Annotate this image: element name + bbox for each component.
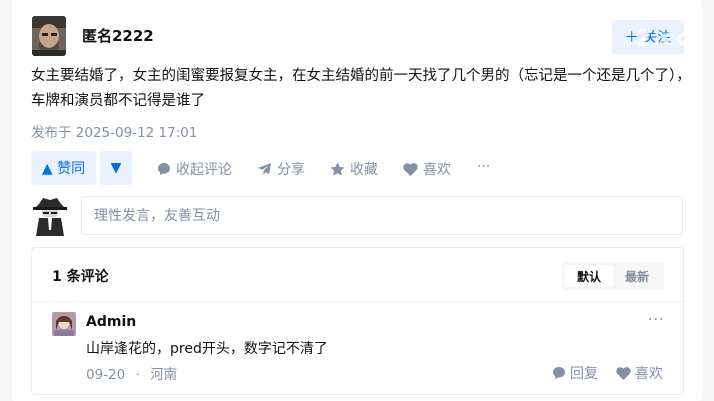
downvote-button[interactable]: ▼ (100, 151, 132, 185)
comment-input[interactable] (82, 197, 666, 234)
comment-icon (158, 163, 170, 175)
share-icon (258, 163, 271, 175)
comment-like-label: 喜欢 (635, 366, 663, 382)
watermark: 2.co (636, 26, 684, 51)
heart-icon (403, 162, 418, 176)
comment-count: 1 条评论 (52, 269, 109, 285)
collapse-comments-label: 收起评论 (176, 162, 232, 178)
follow-button[interactable]: ＋ 关注 2.co (612, 20, 684, 54)
star-icon (330, 162, 345, 176)
comment-input-box[interactable] (81, 196, 683, 235)
like-button[interactable]: 喜欢 (403, 159, 451, 179)
share-button[interactable]: 分享 (257, 159, 305, 179)
comment-sort-toggle: 默认 最新 (562, 262, 664, 290)
comment-author-avatar[interactable] (52, 312, 76, 336)
like-label: 喜欢 (423, 162, 451, 178)
reply-label: 回复 (570, 366, 598, 382)
comment-more-button[interactable]: ··· (648, 312, 664, 328)
collapse-comments-button[interactable]: 收起评论 (157, 159, 232, 179)
sort-default-button[interactable]: 默认 (565, 265, 613, 287)
favorite-label: 收藏 (350, 162, 378, 178)
author-name[interactable]: 匿名2222 (82, 25, 154, 46)
divider (32, 301, 683, 302)
comment-icon (553, 367, 565, 379)
heart-icon (616, 366, 631, 380)
post-content: 女主要结婚了，女主的闺蜜要报复女主，在女主结婚的前一天找了几个男的（忘记是一个还… (31, 68, 691, 109)
share-label: 分享 (277, 162, 305, 178)
comment-meta: 09-20 · 河南 (86, 363, 177, 383)
comment-like-button[interactable]: 喜欢 (616, 363, 663, 383)
sort-newest-button[interactable]: 最新 (613, 265, 661, 287)
meta-separator: · (135, 367, 140, 383)
comment-text: 山岸逢花的，pred开头，数字记不清了 (86, 341, 328, 357)
upvote-button[interactable]: ▲ 赞同 (31, 151, 96, 185)
comment-location: 河南 (150, 367, 178, 383)
publish-time: 发布于 2025-09-12 17:01 (31, 125, 198, 141)
comment-section: 1 条评论 默认 最新 Admin ··· 山岸逢花的，pred开头，数字记不清… (31, 247, 684, 395)
author-avatar[interactable] (32, 16, 66, 56)
current-user-avatar (31, 196, 69, 236)
favorite-button[interactable]: 收藏 (330, 159, 378, 179)
comment-date: 09-20 (86, 367, 126, 383)
more-actions-button[interactable]: ··· (477, 159, 490, 175)
comment-author-name[interactable]: Admin (86, 314, 136, 330)
reply-button[interactable]: 回复 (552, 363, 598, 383)
